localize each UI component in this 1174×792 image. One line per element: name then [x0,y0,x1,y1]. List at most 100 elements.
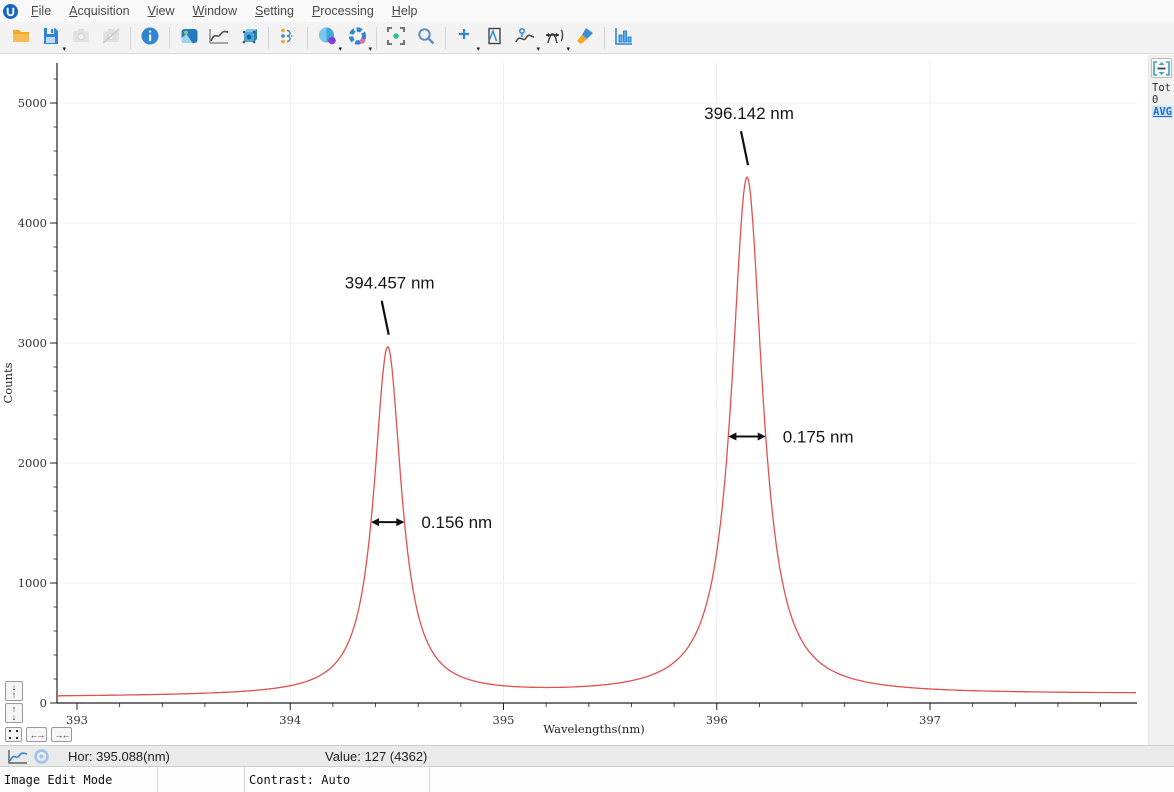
mesh-3d-view-button[interactable] [235,25,263,51]
plus-icon [456,26,474,49]
bars-icon [614,26,634,49]
dropdown-arrow-icon[interactable]: ▾ [476,45,480,53]
right-panel: Tot 0 AVG [1148,55,1174,745]
toolbar-separator [445,27,446,49]
total-label: Tot [1152,82,1173,94]
total-value: 0 [1152,94,1173,106]
toolbar-separator [169,27,170,49]
avg-toggle[interactable]: AVG [1152,106,1173,118]
capture-region-button[interactable] [382,25,410,51]
cursor-value-readout: Value: 127 (4362) [325,749,427,764]
y-tick-label: 4000 [18,216,47,230]
peak-search-button[interactable]: ▾ [511,25,539,51]
save-icon [41,26,61,49]
toolbar-separator [307,27,308,49]
node-tree-icon [278,26,298,49]
snapshot-button[interactable] [67,25,95,51]
sphere-view-button[interactable]: ▾ [313,25,341,51]
menu-acquisition[interactable]: Acquisition [60,2,138,20]
arrows-in-icon: →← [55,731,69,739]
y-tick-label: 1000 [18,576,47,590]
fwhm-arrowhead-left [728,433,736,441]
y-tick-label: 5000 [18,96,47,110]
spectrum-view-button[interactable] [205,25,233,51]
fwhm-label: 0.156 nm [421,513,492,532]
x-tick-label: 395 [493,713,515,727]
image-mode-icon[interactable] [34,749,49,764]
toolbar-separator [130,27,131,49]
node-settings-button[interactable] [274,25,302,51]
fit-view-button[interactable] [5,727,22,742]
ring-view-button[interactable]: ▾ [343,25,371,51]
save-button[interactable]: ▾ [37,25,65,51]
status-bar: Hor: 395.088(nm) Value: 127 (4362) [0,745,1174,767]
contrast-setting[interactable]: Contrast: Auto [245,767,430,792]
open-button[interactable] [7,25,35,51]
fwhm-measure-button[interactable]: ▾ [541,25,569,51]
info-button[interactable] [136,25,164,51]
fwhm-label: 0.175 nm [783,428,854,447]
scale-expand-horizontal-button[interactable]: ←→ [26,727,47,742]
folder-icon [10,26,32,49]
scale-compress-horizontal-button[interactable]: →← [51,727,72,742]
ring-icon [347,26,368,49]
curve-width-icon [544,26,566,49]
menu-setting[interactable]: Setting [246,2,303,20]
y-axis-title: Counts [1,362,15,403]
dropdown-arrow-icon[interactable]: ▾ [62,45,66,53]
empty-cell [158,767,245,792]
spectrum-mode-icon[interactable] [8,749,28,764]
dropdown-arrow-icon[interactable]: ▾ [536,45,540,53]
toolbar-separator [376,27,377,49]
peak-region-button[interactable] [481,25,509,51]
x-tick-label: 393 [66,713,88,727]
image-view-button[interactable] [175,25,203,51]
cube-3d-icon [238,26,260,49]
annotate-brush-button[interactable] [571,25,599,51]
menu-bar: FileAcquisitionViewWindowSettingProcessi… [0,0,1174,22]
y-tick-label: 2000 [18,456,47,470]
peak-label: 396.142 nm [704,104,794,123]
x-tick-label: 394 [279,713,301,727]
dropdown-arrow-icon[interactable]: ▾ [338,45,342,53]
spectrum-chart[interactable]: 010002000300040005000393394395396397Wave… [0,55,1148,745]
menu-view[interactable]: View [139,2,184,20]
arrow-down-icon: ↓ [12,713,17,721]
spectrum-icon [208,26,230,49]
x-tick-label: 396 [706,713,728,727]
histogram-button[interactable] [610,25,638,51]
camera-off-icon [101,26,121,49]
spectrum-line [57,177,1136,696]
toolbar-separator [268,27,269,49]
fwhm-arrowhead-right [758,433,766,441]
scale-expand-vertical-button[interactable]: ↑ ↓ [5,703,23,723]
cursor-wavelength-readout: Hor: 395.088(nm) [68,749,170,764]
dropdown-arrow-icon[interactable]: ▾ [566,45,570,53]
x-tick-label: 397 [919,713,941,727]
focus-icon [386,26,406,49]
snapshot-off-button[interactable] [97,25,125,51]
peak-label: 394.457 nm [345,274,435,293]
zoom-button[interactable] [412,25,440,51]
fit-view-icon [9,730,18,739]
chart-area: 010002000300040005000393394395396397Wave… [0,55,1148,745]
mode-bar: Image Edit Mode Contrast: Auto [0,767,1174,792]
image-icon [179,26,200,49]
menu-file[interactable]: File [22,2,60,20]
dropdown-arrow-icon[interactable]: ▾ [368,45,372,53]
app-logo-icon [3,4,18,19]
menu-window[interactable]: Window [184,2,246,20]
scale-compress-vertical-button[interactable]: ↓ ↑ [5,681,23,701]
fwhm-arrowhead-right [396,518,404,526]
menu-help[interactable]: Help [383,2,427,20]
menu-processing[interactable]: Processing [303,2,383,20]
sphere-icon [317,26,338,49]
arrows-out-icon: ←→ [30,731,44,739]
peak-rect-icon [485,26,505,49]
arrow-up-icon: ↑ [12,691,17,699]
brush-icon [575,26,595,49]
info-icon [140,26,160,49]
autoscale-vertical-button[interactable] [1151,58,1172,78]
add-marker-button[interactable]: ▾ [451,25,479,51]
peak-pointer-line [741,131,748,165]
